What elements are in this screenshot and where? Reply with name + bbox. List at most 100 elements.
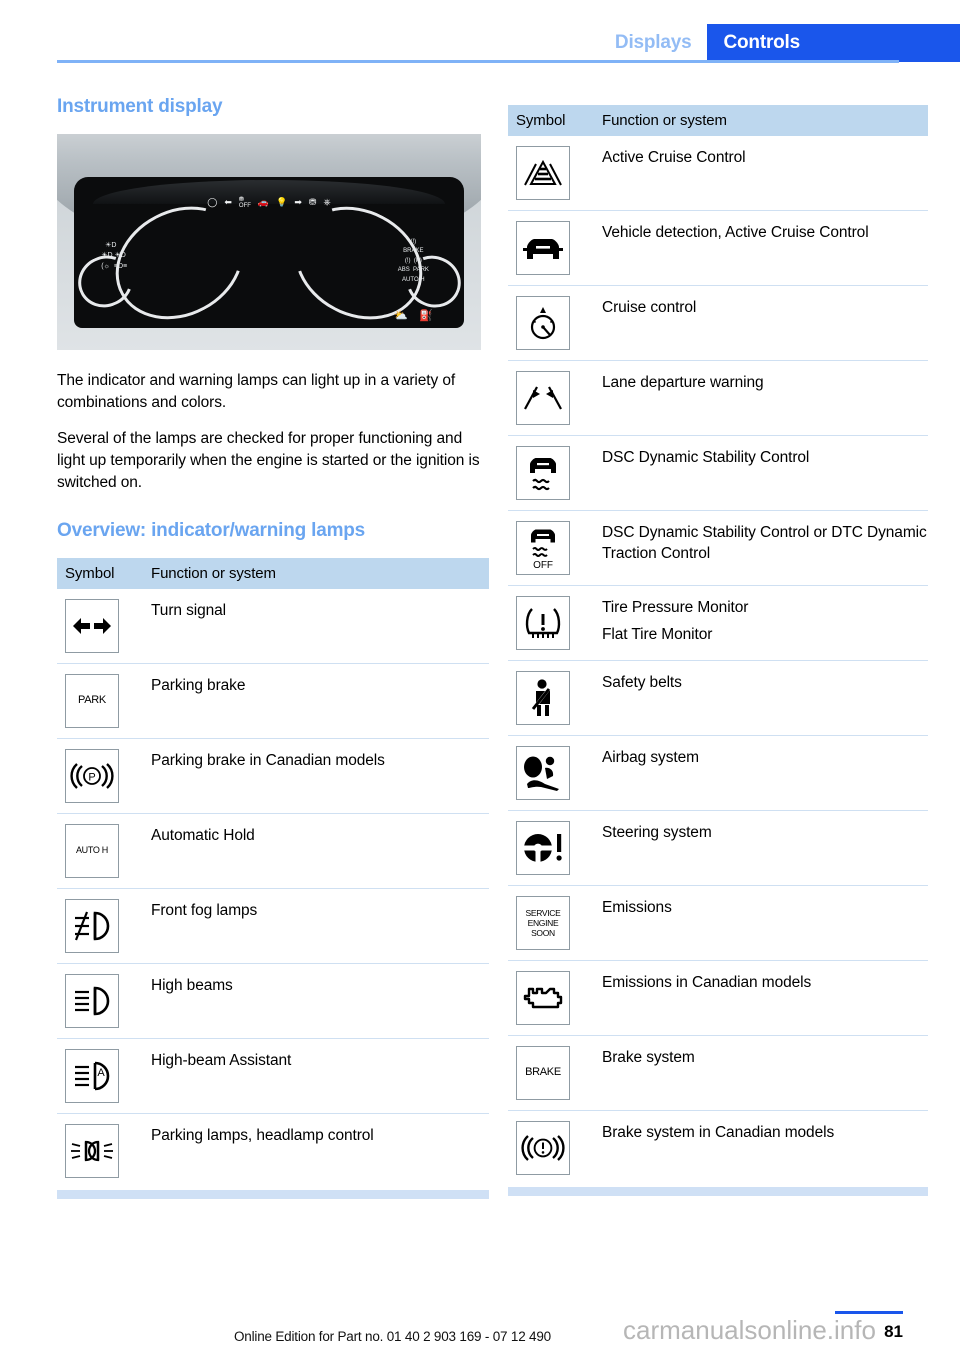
column-header-symbol: Symbol <box>508 105 594 136</box>
function-label: Parking brake in Canadian models <box>143 738 489 814</box>
table-row: BRAKE Brake system <box>508 1035 928 1111</box>
footer-divider <box>835 1311 903 1314</box>
cruise-control-icon <box>516 296 570 350</box>
symbol-cell <box>508 210 594 286</box>
table-row: Airbag system <box>508 735 928 811</box>
safety-belt-icon <box>516 671 570 725</box>
function-label: Parking brake <box>143 663 489 739</box>
cluster-power-icon: ⎈ <box>323 197 331 208</box>
turn-signal-icon <box>65 599 119 653</box>
symbol-cell <box>508 660 594 736</box>
table-row: Vehicle detection, Active Cruise Control <box>508 210 928 286</box>
dsc-off-icon: OFF <box>516 521 570 575</box>
function-label: Safety belts <box>594 660 928 736</box>
table-header-row: Symbol Function or system <box>508 105 928 136</box>
watermark: carmanualsonline.info <box>623 1315 876 1345</box>
cluster-turn-right-icon: ➡ <box>294 197 302 208</box>
symbol-cell <box>508 810 594 886</box>
airbag-icon <box>516 746 570 800</box>
table-row: Active Cruise Control <box>508 136 928 211</box>
front-fog-lamp-icon <box>65 899 119 953</box>
edition-text: Online Edition for Part no. 01 40 2 903 … <box>234 1329 551 1344</box>
table-row: OFF DSC Dynamic Stability Control or DTC… <box>508 510 928 586</box>
symbol-cell: A <box>57 1038 143 1114</box>
high-beam-icon <box>65 974 119 1028</box>
function-label: Emissions in Canadian models <box>594 960 928 1036</box>
svg-text:P: P <box>88 772 95 784</box>
dsc-icon <box>516 446 570 500</box>
column-header-symbol: Symbol <box>57 558 143 589</box>
page-header: Displays Controls <box>0 0 960 63</box>
cluster-lamp-fault-icon: 💡 <box>276 197 288 208</box>
lane-departure-warning-icon <box>516 371 570 425</box>
symbol-cell: SERVICE ENGINE SOON <box>508 885 594 961</box>
table-row: Emissions in Canadian models <box>508 960 928 1036</box>
function-label: Vehicle detection, Active Cruise Control <box>594 210 928 286</box>
table-row: High beams <box>57 963 489 1039</box>
function-label: Airbag system <box>594 735 928 811</box>
parking-lamp-icon <box>65 1124 119 1178</box>
function-label: Brake system in Canadian models <box>602 1124 835 1141</box>
left-column: Instrument display ◯ ⬅ ⛃ OFF 🚗 💡 ➡ ⛃ ⎈ ☀D… <box>57 96 489 1199</box>
table-row: Cruise control <box>508 285 928 361</box>
symbol-cell <box>57 963 143 1039</box>
symbol-cell <box>508 435 594 511</box>
symbol-cell <box>57 888 143 964</box>
tab-controls[interactable]: Controls <box>707 24 960 62</box>
function-label: Active Cruise Control <box>594 136 928 211</box>
function-label-line2: Flat Tire Monitor <box>602 625 713 643</box>
service-engine-soon-icon-text: SERVICE ENGINE SOON <box>525 907 561 938</box>
symbol-cell <box>508 585 594 661</box>
column-header-function: Function or system <box>594 105 928 136</box>
header-divider-left <box>57 60 899 63</box>
table-row: PARK Parking brake <box>57 663 489 739</box>
right-table-bottom-bar <box>508 1187 928 1196</box>
table-row: DSC Dynamic Stability Control <box>508 435 928 511</box>
function-label: DSC Dynamic Stability Control <box>594 435 928 511</box>
function-label: Cruise control <box>594 285 928 361</box>
page-footer: Online Edition for Part no. 01 40 2 903 … <box>0 1302 960 1362</box>
left-table-bottom-bar <box>57 1190 489 1199</box>
column-header-function: Function or system <box>143 558 489 589</box>
high-beam-assistant-icon: A <box>65 1049 119 1103</box>
function-label: Turn signal <box>143 589 489 664</box>
automatic-hold-icon: AUTO H <box>65 824 119 878</box>
brake-text-icon-text: BRAKE <box>525 1066 561 1079</box>
function-label: Front fog lamps <box>143 888 489 964</box>
left-lamps-table: Symbol Function or system Turn signal PA… <box>57 558 489 1188</box>
symbol-cell <box>508 735 594 811</box>
table-row: Brake system in Canadian models <box>508 1111 928 1186</box>
function-label: High-beam Assistant <box>143 1038 489 1114</box>
cluster-telltale-row: ◯ ⬅ ⛃ OFF 🚗 💡 ➡ ⛃ ⎈ <box>207 197 330 209</box>
right-lamps-table: Symbol Function or system Active Cruise … <box>508 105 928 1185</box>
table-row: AUTO H Automatic Hold <box>57 813 489 889</box>
table-row: Parking lamps, headlamp control <box>57 1114 489 1189</box>
symbol-cell: P <box>57 738 143 814</box>
tab-displays[interactable]: Displays <box>598 24 708 62</box>
tire-pressure-monitor-icon <box>516 596 570 650</box>
active-cruise-control-icon <box>516 146 570 200</box>
function-label: Tire Pressure Monitor Flat Tire Monitor <box>594 585 928 661</box>
service-engine-soon-icon: SERVICE ENGINE SOON <box>516 896 570 950</box>
symbol-cell <box>508 136 594 211</box>
table-row: P Parking brake in Canadian models <box>57 738 489 814</box>
symbol-cell <box>508 1111 594 1186</box>
brake-text-icon: BRAKE <box>516 1046 570 1100</box>
table-row: Front fog lamps <box>57 888 489 964</box>
parking-brake-park-icon-text: PARK <box>78 694 106 707</box>
function-label: Steering system <box>594 810 928 886</box>
parking-brake-park-icon: PARK <box>65 674 119 728</box>
automatic-hold-icon-text: AUTO H <box>75 845 109 856</box>
cluster-screen: ◯ ⬅ ⛃ OFF 🚗 💡 ➡ ⛃ ⎈ ☀D ☀D ☀D (☼ ≡D≡ (!) BR… <box>73 177 465 329</box>
page-title: Instrument display <box>57 96 223 117</box>
intro-paragraph-1: The indicator and warning lamps can ligh… <box>57 372 456 411</box>
cluster-vehicle-icon: 🚗 <box>257 197 270 208</box>
table-row: Safety belts <box>508 660 928 736</box>
svg-text:A: A <box>97 1067 105 1079</box>
symbol-cell: PARK <box>57 663 143 739</box>
table-row: A High-beam Assistant <box>57 1038 489 1114</box>
cluster-lamp-indicator-icon: ◯ <box>207 197 218 208</box>
function-label: Automatic Hold <box>143 813 489 889</box>
svg-text:OFF: OFF <box>533 560 553 571</box>
function-label: Brake system <box>594 1035 928 1111</box>
